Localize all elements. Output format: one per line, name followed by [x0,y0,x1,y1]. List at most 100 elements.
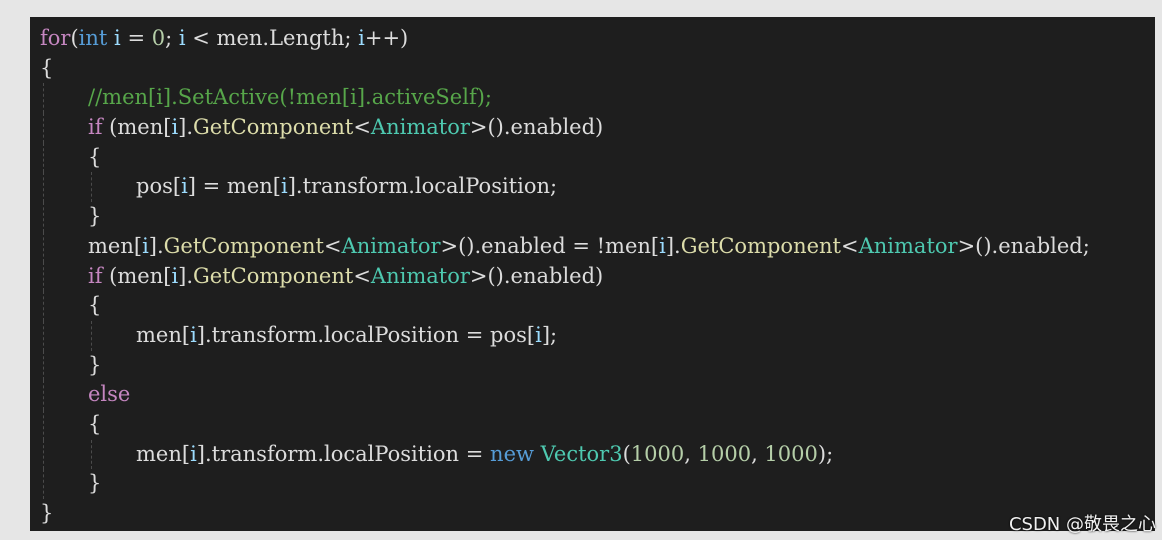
code-token: >().enabled = !men[ [440,233,660,258]
indent-guide [43,113,44,143]
indent-guide [43,83,44,114]
code-line: } [40,469,1042,499]
code-token: < [841,233,859,258]
code-token: Animator [341,233,441,258]
code-line-content: //men[i].SetActive(!men[i].activeSelf); [88,85,492,109]
indent-guide [43,409,44,440]
code-line-content: for(int i = 0; i < men.Length; i++) [40,26,408,50]
code-token: i [535,322,542,347]
code-line: { [40,409,1042,440]
code-line-content: } [88,204,101,228]
code-token: ]. [178,115,194,140]
code-line-content: pos[i] = men[i].transform.localPosition; [136,174,557,198]
code-token: ]. [148,233,164,258]
code-line-content: if (men[i].GetComponent<Animator>().enab… [88,115,603,139]
indent-guide [43,320,44,351]
code-editor[interactable]: for(int i = 0; i < men.Length; i++){//me… [30,17,1155,531]
code-line: } [40,350,1042,381]
screenshot-frame: for(int i = 0; i < men.Length; i++){//me… [0,0,1162,540]
code-token: i [358,26,365,50]
code-token: men[ [136,322,191,347]
code-token: Vector3 [540,441,623,466]
code-token: >().enabled) [469,263,604,288]
code-token: i [659,233,666,258]
code-token: for [40,26,71,50]
code-token: int [78,26,108,50]
code-token: ); [817,441,834,466]
indent-guide [43,261,44,292]
code-token: , [751,441,765,466]
code-token: i [178,26,186,50]
code-token: 1000 [697,441,752,466]
code-token: >().enabled) [469,115,604,140]
code-token: Animator [858,233,958,258]
code-line: else [40,380,1042,410]
code-token: i [181,174,188,199]
code-token: } [40,501,54,525]
code-token: Animator [370,115,470,140]
code-token: ; [165,26,179,50]
code-token: ( [70,26,79,50]
code-token: i [190,322,197,347]
code-token: { [88,144,102,169]
code-token: ]. [178,263,194,288]
code-token: , [684,441,698,466]
indent-guide [43,142,44,173]
indent-guide [91,172,92,203]
code-token: GetComponent [680,233,841,258]
code-token: ].transform.localPosition = pos[ [196,322,536,347]
code-token: 0 [151,26,166,50]
code-token: if [88,263,103,288]
code-line: //men[i].SetActive(!men[i].activeSelf); [40,83,1042,114]
code-line: men[i].transform.localPosition = pos[i]; [40,320,1042,351]
code-token: = [120,26,152,50]
code-token: men[ [136,441,191,466]
code-line-content: { [88,412,101,436]
code-token: >().enabled; [957,233,1090,258]
code-token: } [88,204,102,229]
code-line: for(int i = 0; i < men.Length; i++) [40,24,1042,54]
code-token: < [353,115,371,140]
code-token: ]; [541,322,558,347]
code-token: 1000 [630,441,685,466]
code-line-content: men[i].transform.localPosition = pos[i]; [136,323,557,347]
code-token: GetComponent [193,115,354,140]
indent-guide [43,469,44,499]
code-line: men[i].transform.localPosition = new Vec… [40,439,1042,470]
code-token: GetComponent [163,233,324,258]
code-token: GetComponent [193,263,354,288]
code-token: ++) [364,26,409,50]
code-token: men[ [88,233,143,258]
code-line: } [40,499,1042,529]
code-line-content: } [88,471,101,495]
code-line-content: men[i].transform.localPosition = new Vec… [136,442,833,466]
code-token: Animator [370,263,470,288]
code-token: } [88,352,102,377]
code-token: if [88,115,103,140]
code-token: ( [622,441,631,466]
code-token: pos[ [136,174,182,199]
code-token: 1000 [764,441,818,466]
code-block: for(int i = 0; i < men.Length; i++){//me… [40,24,1090,529]
code-line: { [40,142,1042,173]
indent-guide [43,202,44,232]
indent-guide [43,380,44,410]
code-token: (men[ [102,115,172,140]
indent-guide [43,231,44,262]
code-line-content: { [40,56,53,80]
code-token: i [114,26,121,50]
code-token: i [190,441,197,466]
code-line-content: } [88,353,101,377]
code-token: ].transform.localPosition; [287,174,558,199]
code-token: ]. [665,233,681,258]
code-token: ] = men[ [187,174,281,199]
code-token: < [353,263,371,288]
code-token: i [142,233,149,258]
code-line-content: { [88,145,101,169]
indent-guide [43,291,44,321]
code-line: if (men[i].GetComponent<Animator>().enab… [40,113,1042,143]
indent-guide [43,439,44,470]
indent-guide [43,172,44,203]
code-line-content: { [88,293,101,317]
